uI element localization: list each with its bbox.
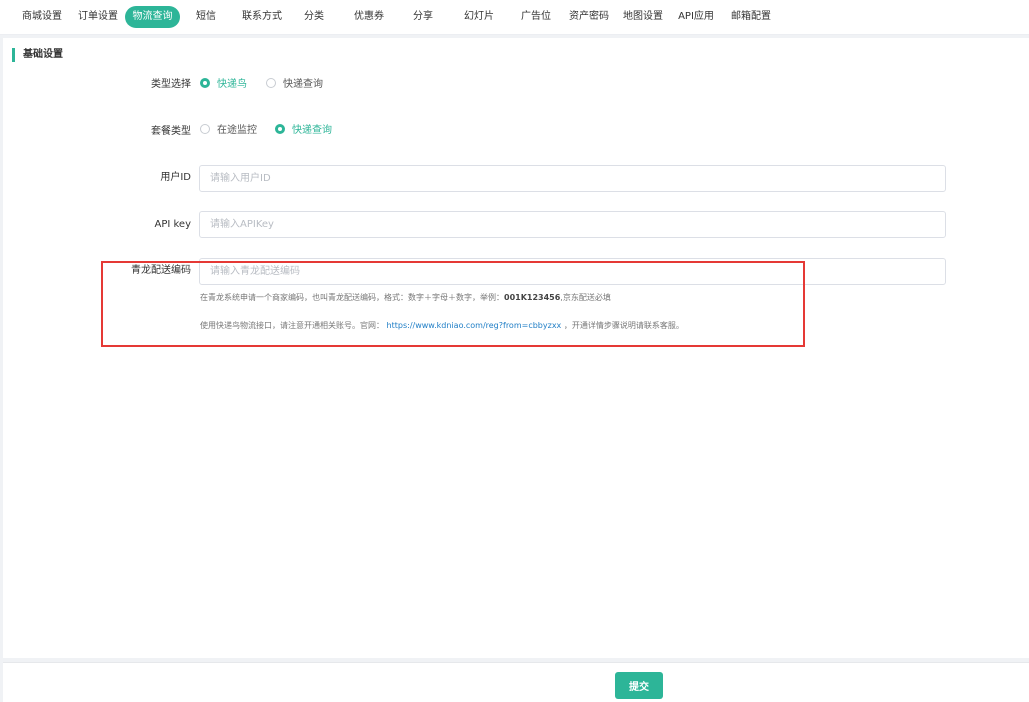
- footer-bar: 提交: [3, 662, 1029, 702]
- submit-button[interactable]: 提交: [615, 672, 663, 699]
- tab-slideshow[interactable]: 幻灯片: [455, 6, 503, 28]
- qinglong-code-label: 青龙配送编码: [131, 265, 191, 276]
- radio-checked-icon: [275, 124, 285, 134]
- kdniao-help: 使用快递鸟物流接口，请注意开通相关账号。官网： https://www.kdni…: [200, 320, 684, 332]
- section-title: 基础设置: [12, 48, 63, 62]
- help-example-code: 001K123456: [504, 293, 561, 302]
- tab-category[interactable]: 分类: [296, 6, 332, 28]
- type-select-label: 类型选择: [151, 79, 191, 90]
- help-text: 使用快递鸟物流接口，请注意开通相关账号。官网：: [200, 321, 384, 330]
- qinglong-code-input[interactable]: [199, 258, 946, 285]
- api-key-input[interactable]: [199, 211, 946, 238]
- tab-ad-slot[interactable]: 广告位: [512, 6, 560, 28]
- tab-api-apps[interactable]: API应用: [673, 6, 719, 28]
- user-id-input[interactable]: [199, 165, 946, 192]
- help-text: 在青龙系统申请一个商家编码，也叫青龙配送编码，格式：数字＋字母＋数字，举例：: [200, 293, 504, 302]
- radio-unchecked-icon: [266, 78, 276, 88]
- radio-express-query[interactable]: 快递查询: [266, 78, 323, 92]
- tab-coupon[interactable]: 优惠券: [345, 6, 393, 28]
- tab-order-settings[interactable]: 订单设置: [72, 6, 124, 28]
- tab-map-settings[interactable]: 地图设置: [617, 6, 669, 28]
- radio-label: 在途监控: [217, 125, 257, 136]
- api-key-label: API key: [154, 219, 191, 230]
- radio-in-transit-monitor[interactable]: 在途监控: [200, 124, 257, 138]
- user-id-label: 用户ID: [160, 172, 191, 183]
- package-type-label: 套餐类型: [151, 126, 191, 137]
- settings-form-panel: 基础设置 类型选择 快递鸟 快递查询 套餐类型 在途监控 快递查询 用户ID A…: [3, 38, 1029, 658]
- tab-contact[interactable]: 联系方式: [236, 6, 288, 28]
- help-text: ,京东配送必填: [560, 293, 611, 302]
- kdniao-register-link[interactable]: https://www.kdniao.com/reg?from=cbbyzxx: [387, 321, 562, 330]
- tab-email-config[interactable]: 邮箱配置: [725, 6, 777, 28]
- radio-label: 快递查询: [292, 125, 332, 136]
- radio-kdniao[interactable]: 快递鸟: [200, 78, 247, 92]
- tab-logistics-query[interactable]: 物流查询: [125, 6, 180, 28]
- tab-sms[interactable]: 短信: [186, 6, 226, 28]
- tab-share[interactable]: 分享: [405, 6, 441, 28]
- help-text: ，开通详情步骤说明请联系客服。: [563, 321, 684, 330]
- radio-unchecked-icon: [200, 124, 210, 134]
- settings-tab-bar: 商城设置 订单设置 物流查询 短信 联系方式 分类 优惠券 分享 幻灯片 广告位…: [0, 0, 1029, 35]
- radio-label: 快递鸟: [217, 79, 247, 90]
- radio-package-express-query[interactable]: 快递查询: [275, 124, 332, 138]
- tab-mall-settings[interactable]: 商城设置: [14, 6, 70, 28]
- qinglong-code-help: 在青龙系统申请一个商家编码，也叫青龙配送编码，格式：数字＋字母＋数字，举例：00…: [200, 292, 611, 304]
- radio-checked-icon: [200, 78, 210, 88]
- radio-label: 快递查询: [283, 79, 323, 90]
- tab-asset-password[interactable]: 资产密码: [563, 6, 615, 28]
